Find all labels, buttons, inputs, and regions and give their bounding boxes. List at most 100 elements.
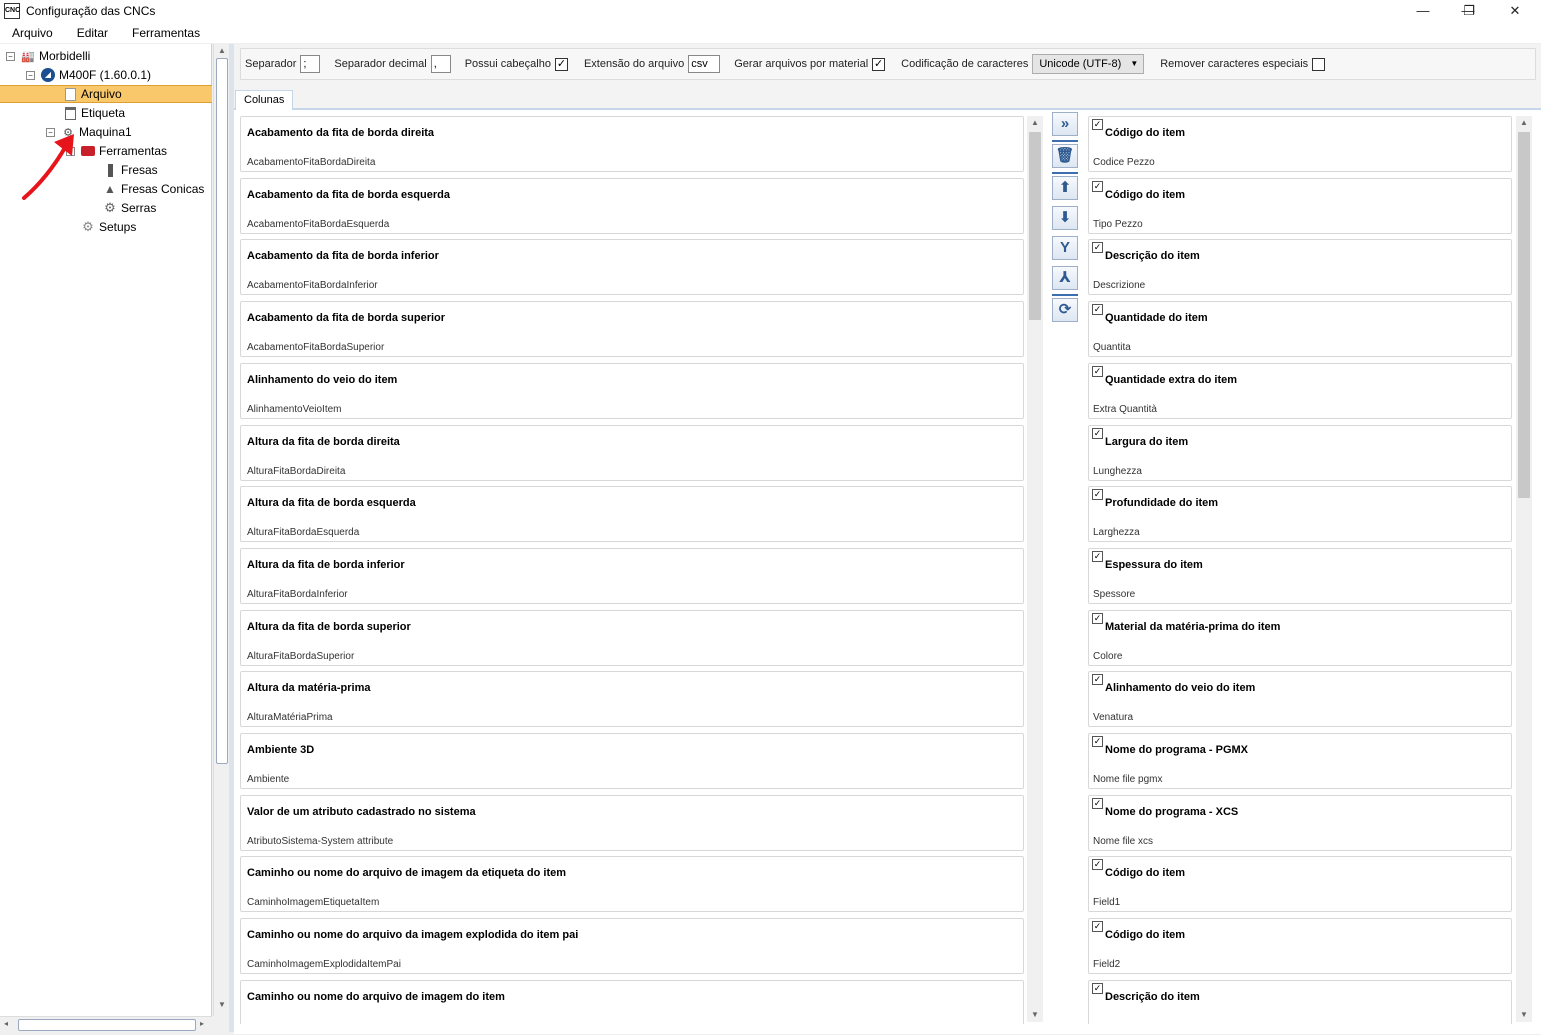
menu-ferramentas[interactable]: Ferramentas	[120, 26, 212, 40]
expand-checkbox-icon[interactable]: ✓	[1092, 674, 1103, 686]
tree-item-label: Fresas Conicas	[121, 182, 205, 196]
scroll-up-arrow-icon[interactable]: ▲	[1027, 116, 1043, 130]
header-checkbox[interactable]: ✓	[554, 57, 568, 71]
column-card[interactable]: Acabamento da fita de borda direita Acaba…	[240, 116, 1024, 172]
column-card[interactable]: Alinhamento do veio do item AlinhamentoVe…	[240, 362, 1024, 419]
encoding-select[interactable]: Unicode (UTF-8) ▼	[1032, 54, 1145, 74]
remove-special-checkbox[interactable]	[1312, 57, 1326, 71]
column-card[interactable]: Valor de um atributo cadastrado no siste…	[240, 794, 1024, 851]
column-card[interactable]: ✓ Nome do programa - PGMX Nome file pgmx	[1088, 733, 1512, 789]
column-card[interactable]: ✓ Quantidade extra do item Extra Quantità	[1088, 362, 1512, 419]
move-up-button[interactable]: ⬆	[1052, 176, 1078, 200]
available-columns-scrollbar[interactable]: ▲ ▼	[1027, 116, 1043, 1022]
column-card[interactable]: ✓ Código do item Codice Pezzo	[1088, 116, 1512, 172]
column-card[interactable]: ✓ Nome do programa - XCS Nome file xcs	[1088, 794, 1512, 851]
tree-item-setups[interactable]: ⚙ Setups	[80, 218, 136, 236]
expand-checkbox-icon[interactable]: ✓	[1092, 365, 1103, 377]
menu-arquivo[interactable]: Arquivo	[0, 26, 65, 40]
expand-checkbox-icon[interactable]: ✓	[1092, 119, 1103, 130]
annotation-arrow-icon	[22, 134, 74, 200]
tree-item-m400f[interactable]: − ◢ M400F (1.60.0.1)	[26, 66, 151, 84]
tree-item-morbidelli[interactable]: − 🏭 Morbidelli	[6, 47, 90, 65]
tree-vertical-scrollbar[interactable]: ▲ ▼	[213, 44, 229, 1016]
scroll-right-arrow-icon[interactable]: ▸	[200, 1019, 204, 1028]
per-material-checkbox[interactable]: ✓	[872, 57, 886, 71]
tree-horizontal-scrollbar[interactable]: ◂ ▸	[0, 1016, 212, 1032]
expand-checkbox-icon[interactable]: ✓	[1092, 489, 1103, 501]
expand-checkbox-icon[interactable]: ✓	[1092, 982, 1103, 994]
menu-editar[interactable]: Editar	[65, 26, 120, 40]
column-card[interactable]: Altura da fita de borda direita AlturaFit…	[240, 424, 1024, 481]
expand-checkbox-icon[interactable]: ✓	[1092, 427, 1103, 439]
column-card[interactable]: Caminho ou nome do arquivo da imagem exp…	[240, 918, 1024, 975]
column-card[interactable]: Altura da fita de borda esquerda AlturaFi…	[240, 486, 1024, 543]
column-card[interactable]: ✓ Material da matéria-prima do item Colore	[1088, 609, 1512, 666]
scroll-down-arrow-icon[interactable]: ▼	[1516, 1008, 1532, 1022]
column-card[interactable]: ✓ Largura do item Lunghezza	[1088, 424, 1512, 481]
column-card[interactable]: ✓ Alinhamento do veio do item Venatura	[1088, 671, 1512, 728]
tree-item-arquivo[interactable]: Arquivo	[0, 85, 212, 103]
column-card[interactable]: Altura da fita de borda inferior AlturaFi…	[240, 547, 1024, 604]
column-card[interactable]: Caminho ou nome do arquivo de imagem do …	[240, 979, 1024, 1024]
restore-button[interactable]: ❐	[1446, 0, 1492, 22]
tree-item-fresas-conicas[interactable]: ▲ Fresas Conicas	[102, 180, 204, 198]
column-field-name: AlinhamentoVeioItem	[247, 403, 342, 415]
scroll-down-arrow-icon[interactable]: ▼	[1027, 1008, 1043, 1022]
column-card[interactable]: Acabamento da fita de borda esquerda Acab…	[240, 177, 1024, 234]
column-title: Ambiente 3D	[247, 744, 315, 756]
file-icon	[62, 87, 78, 101]
delete-column-button[interactable]: 🗑	[1052, 144, 1078, 168]
add-column-button[interactable]: »	[1052, 112, 1078, 136]
minimize-button-hit[interactable]: —	[1400, 0, 1446, 22]
expand-checkbox-icon[interactable]: ✓	[1092, 736, 1103, 747]
scroll-up-arrow-icon[interactable]: ▲	[218, 46, 226, 55]
column-card[interactable]: ✓ Quantidade do item Quantita	[1088, 301, 1512, 358]
merge-columns-button[interactable]: Y	[1052, 236, 1078, 260]
column-card[interactable]: ✓ Código do item Field1	[1088, 856, 1512, 913]
column-card[interactable]: Altura da matéria-prima AlturaMatériaPrim…	[240, 671, 1024, 728]
scroll-up-arrow-icon[interactable]: ▲	[1516, 116, 1532, 130]
column-card[interactable]: Altura da fita de borda superior AlturaFi…	[240, 609, 1024, 666]
move-down-button[interactable]: ⬇	[1052, 206, 1078, 230]
file-glyph	[64, 87, 76, 101]
column-card[interactable]: ✓ Código do item Tipo Pezzo	[1088, 177, 1512, 234]
split-column-button[interactable]: ⅄	[1052, 266, 1078, 290]
expand-checkbox-icon[interactable]: ✓	[1092, 859, 1103, 871]
expand-checkbox-icon[interactable]: ✓	[1092, 921, 1103, 933]
column-card[interactable]: ✓ Espessura do item Spessore	[1088, 547, 1512, 604]
collapse-icon[interactable]: −	[26, 70, 35, 80]
refresh-button[interactable]: ⟳	[1052, 298, 1078, 322]
collapse-icon[interactable]: −	[6, 51, 15, 61]
tree-item-fresas[interactable]: Fresas	[102, 161, 158, 179]
selected-scroll-thumb[interactable]	[1518, 132, 1530, 498]
column-card[interactable]: Caminho ou nome do arquivo de imagem da …	[240, 856, 1024, 913]
selected-columns-scrollbar[interactable]: ▲ ▼	[1516, 116, 1532, 1022]
available-scroll-thumb[interactable]	[1029, 132, 1041, 320]
expand-checkbox-icon[interactable]: ✓	[1092, 180, 1103, 192]
tree-hscroll-thumb[interactable]	[18, 1019, 196, 1031]
column-card[interactable]: ✓ Profundidade do item Larghezza	[1088, 486, 1512, 543]
expand-checkbox-icon[interactable]: ✓	[1092, 304, 1103, 316]
tree-item-serras[interactable]: ⚙ Serras	[102, 199, 156, 217]
column-card[interactable]: Acabamento da fita de borda inferior Acab…	[240, 239, 1024, 296]
encoding-value: Unicode (UTF-8)	[1039, 58, 1122, 70]
decimal-separator-input[interactable]: ,	[430, 55, 451, 73]
expand-checkbox-icon[interactable]: ✓	[1092, 797, 1103, 809]
tree-scroll-thumb[interactable]	[216, 58, 228, 764]
expand-checkbox-icon[interactable]: ✓	[1092, 242, 1103, 254]
expand-checkbox-icon[interactable]: ✓	[1092, 612, 1103, 624]
tree-item-etiqueta[interactable]: Etiqueta	[62, 104, 125, 122]
expand-checkbox-icon[interactable]: ✓	[1092, 550, 1103, 562]
setup-gear-icon: ⚙	[82, 219, 94, 234]
column-card[interactable]: ✓ Descrição do item Descrizione	[1088, 239, 1512, 296]
column-card[interactable]: Acabamento da fita de borda superior Acab…	[240, 301, 1024, 358]
separator-input[interactable]: ;	[300, 55, 321, 73]
tab-colunas[interactable]: Colunas	[235, 90, 294, 111]
extension-input[interactable]: csv	[688, 55, 721, 73]
close-button[interactable]: ✕	[1492, 0, 1538, 22]
column-card[interactable]: ✓ Descrição do item	[1088, 979, 1512, 1024]
column-card[interactable]: Ambiente 3D Ambiente	[240, 733, 1024, 789]
column-card[interactable]: ✓ Código do item Field2	[1088, 918, 1512, 975]
scroll-down-arrow-icon[interactable]: ▼	[218, 1000, 226, 1009]
scroll-left-arrow-icon[interactable]: ◂	[4, 1019, 8, 1028]
